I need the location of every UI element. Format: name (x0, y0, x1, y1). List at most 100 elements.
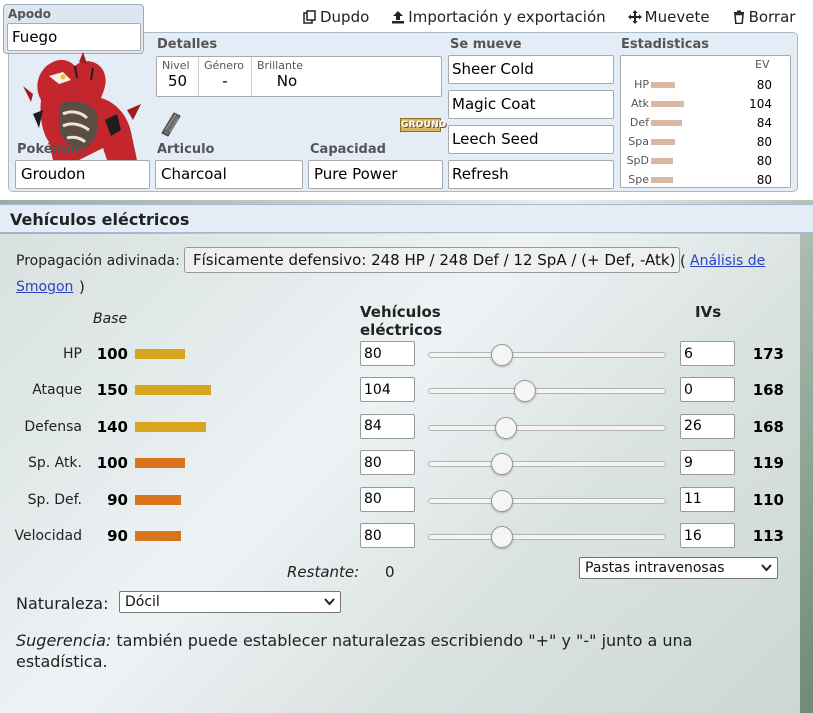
nickname-input[interactable] (7, 23, 141, 51)
smogon-analysis-link-cont[interactable]: Smogon (16, 279, 73, 295)
base-stat-bar (135, 494, 181, 505)
ev-slider-thumb[interactable] (491, 344, 513, 366)
ev-slider-track[interactable] (428, 534, 666, 540)
stat-summary-name: Def (629, 116, 649, 129)
set-actions: Dupdo Importación y exportación Muevete … (303, 7, 795, 27)
ev-input[interactable] (360, 523, 415, 548)
section-title: Vehículos eléctricos (10, 210, 190, 229)
ev-slider-thumb[interactable] (491, 489, 513, 512)
chevron-down-icon (324, 598, 335, 606)
hint-prefix: Sugerencia: (16, 631, 112, 650)
ev-input[interactable] (360, 341, 415, 366)
gender-value: - (222, 72, 228, 90)
stat-total: 168 (752, 381, 784, 400)
ev-slider-thumb[interactable] (495, 416, 517, 439)
iv-input[interactable] (680, 450, 735, 476)
ev-input[interactable] (360, 413, 415, 439)
stat-row: HP 100 173 (0, 340, 800, 370)
copy-icon (303, 10, 316, 24)
item-label: Articulo (157, 142, 215, 157)
iv-input[interactable] (680, 413, 735, 439)
stat-summary-row: HP 80 (621, 78, 792, 96)
ev-input[interactable] (360, 486, 415, 512)
ev-slider-track[interactable] (428, 461, 666, 468)
base-stat-value: 150 (96, 381, 128, 400)
ev-slider-thumb[interactable] (514, 380, 536, 403)
ev-header: EV (755, 58, 770, 71)
shiny-label: Brillante (257, 59, 304, 72)
stat-total: 173 (752, 345, 784, 363)
type-badge: GROUND (400, 118, 447, 132)
nature-select[interactable]: Dócil (119, 591, 341, 613)
move-2-input[interactable]: Magic Coat (448, 90, 614, 119)
ev-input[interactable] (360, 377, 415, 403)
stats-label: Estadisticas (621, 37, 709, 52)
stat-summary-ev: 80 (756, 173, 772, 187)
stat-summary-bar (651, 158, 673, 164)
ev-input[interactable] (360, 450, 415, 476)
base-stat-value: 90 (107, 490, 128, 509)
iv-input[interactable] (680, 377, 735, 403)
details-label: Detalles (157, 37, 218, 52)
ev-slider-track[interactable] (428, 388, 666, 395)
spread-label: Propagación adivinada: (16, 253, 180, 269)
base-stat-bar (135, 458, 185, 469)
stat-summary-ev: 104 (749, 97, 772, 111)
stats-summary[interactable]: EV HP 80 Atk 104 Def 84 Spa 80 SpD 80 Spe 80 (620, 55, 791, 188)
smogon-analysis-link[interactable]: Análisis de (690, 253, 765, 269)
pokemon-input[interactable]: Groudon (15, 160, 150, 189)
ev-slider-thumb[interactable] (491, 526, 513, 548)
base-column-header: Base (93, 311, 128, 327)
move-1-input[interactable]: Sheer Cold (448, 55, 614, 84)
nature-hint: Sugerencia: también puede establecer nat… (16, 630, 786, 672)
stat-total: 110 (752, 490, 784, 509)
ev-slider-track[interactable] (428, 424, 666, 431)
guessed-spread-button[interactable]: Físicamente defensivo: 248 HP / 248 Def … (184, 247, 680, 273)
iv-preset-select[interactable]: Pastas intravenosas (579, 557, 778, 579)
level-value: 50 (167, 72, 188, 90)
item-input[interactable]: Charcoal (155, 160, 303, 189)
stat-row: Defensa 140 168 (0, 413, 800, 443)
iv-input[interactable] (680, 486, 735, 512)
hint-text: también puede establecer naturalezas esc… (16, 631, 693, 671)
stat-summary-row: Def 84 (621, 116, 792, 134)
stat-row: Velocidad 90 113 (0, 522, 800, 552)
pokemon-label: Pokémon (17, 142, 85, 157)
gender-label: Género (204, 59, 245, 72)
remaining-label: Restante: (287, 563, 360, 581)
paren-close: ) (79, 278, 85, 296)
stat-summary-ev: 80 (756, 154, 772, 168)
stat-row: Ataque 150 168 (0, 376, 800, 406)
import-export-button[interactable]: Importación y exportación (391, 7, 606, 27)
base-stat-bar (135, 421, 206, 432)
details-box[interactable]: Nivel 50 Género - Brillante No (156, 56, 442, 97)
stat-name: HP (63, 346, 82, 362)
nickname-box: Apodo (3, 4, 144, 54)
chevron-down-icon (761, 564, 772, 572)
stat-summary-bar (651, 82, 675, 88)
stat-summary-bar (651, 120, 682, 126)
stat-name: Velocidad (14, 528, 83, 544)
delete-button[interactable]: Borrar (732, 7, 795, 27)
move-3-input[interactable]: Leech Seed (448, 125, 614, 154)
stat-name: Sp. Def. (27, 491, 82, 508)
duplicate-button[interactable]: Dupdo (303, 7, 369, 27)
move-4-input[interactable]: Refresh (448, 160, 614, 189)
base-stat-value: 100 (96, 345, 128, 363)
iv-input[interactable] (680, 341, 735, 366)
move-button[interactable]: Muevete (627, 7, 710, 27)
shiny-value: No (276, 72, 298, 90)
iv-input[interactable] (680, 523, 735, 548)
ev-slider-track[interactable] (428, 497, 666, 504)
stat-row: Sp. Def. 90 110 (0, 486, 800, 516)
ability-input[interactable]: Pure Power (308, 160, 443, 189)
ev-slider-thumb[interactable] (491, 453, 513, 476)
stat-summary-ev: 80 (756, 135, 772, 149)
evs-column-header-1: Vehículos (360, 303, 441, 321)
ev-slider-track[interactable] (428, 352, 666, 358)
stat-summary-bar (651, 101, 684, 107)
stat-summary-row: SpD 80 (621, 154, 792, 172)
base-stat-bar (135, 349, 185, 359)
base-stat-bar (135, 531, 181, 541)
base-stat-bar (135, 385, 211, 396)
